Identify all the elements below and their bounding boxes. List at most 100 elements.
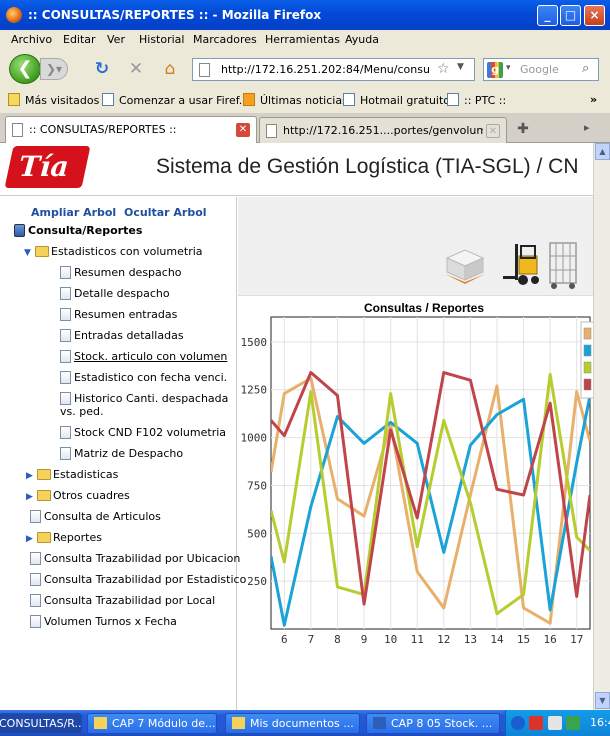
url-dropdown-icon[interactable]: ▼: [457, 62, 464, 72]
forward-icon[interactable]: ❯▾: [40, 58, 68, 80]
task-cap8[interactable]: CAP 8 05 Stock. ...: [366, 713, 500, 734]
tree-item-trazabilidad-local[interactable]: Consulta Trazabilidad por Local: [30, 594, 215, 607]
hide-tree-link[interactable]: Ocultar Arbol: [124, 206, 207, 219]
tree-item-volumen-turnos[interactable]: Volumen Turnos x Fecha: [30, 615, 177, 628]
page-icon: [12, 123, 23, 137]
navigation-toolbar: ❮ ❯▾ ↻ ✕ ⌂ http://172.16.251.202:84/Menu…: [0, 50, 610, 88]
bookmark-star-icon[interactable]: ☆: [437, 61, 450, 77]
tree-item-historico-canti[interactable]: Historico Canti. despachada vs. ped.: [60, 392, 230, 418]
tab-label: :: CONSULTAS/REPORTES ::: [29, 123, 177, 136]
tree-item-resumen-entradas[interactable]: Resumen entradas: [60, 308, 177, 321]
search-engine-dropdown-icon[interactable]: ▾: [506, 63, 511, 73]
scroll-up-icon[interactable]: ▲: [595, 143, 610, 160]
security-icon[interactable]: [529, 716, 543, 730]
tree-folder-estadisticos-volumetria[interactable]: ▼ Estadisticos con volumetria: [24, 245, 203, 258]
search-input[interactable]: Google: [520, 63, 559, 76]
page-title: Sistema de Gestión Logística (TIA-SGL) /…: [156, 155, 579, 178]
bookmark-ultimas-noticias[interactable]: Últimas noticias: [243, 93, 348, 107]
window-titlebar[interactable]: :: CONSULTAS/REPORTES :: - Mozilla Firef…: [0, 0, 610, 30]
report-toolbar: [238, 197, 610, 296]
menu-historial[interactable]: Historial: [139, 33, 184, 46]
menu-marcadores[interactable]: Marcadores: [193, 33, 257, 46]
home-icon[interactable]: ⌂: [160, 59, 180, 79]
tree-item-stock-cnd-f102[interactable]: Stock CND F102 volumetria: [60, 426, 226, 439]
task-cap7[interactable]: CAP 7 Módulo de...: [87, 713, 217, 734]
page-icon: [60, 447, 71, 460]
x-tick-label: 9: [361, 633, 368, 646]
reload-icon[interactable]: ↻: [92, 59, 112, 79]
bookmark-hotmail[interactable]: Hotmail gratuito: [343, 93, 450, 107]
tree-root[interactable]: Consulta/Reportes: [14, 224, 142, 237]
y-tick-label: 1000: [241, 432, 268, 445]
tree-item-estadistico-fecha-venci[interactable]: Estadistico con fecha venci.: [60, 371, 227, 384]
menu-editar[interactable]: Editar: [63, 33, 96, 46]
page-icon: [447, 93, 459, 106]
tree-folder-reportes[interactable]: ▶ Reportes: [26, 531, 102, 544]
x-tick-label: 14: [490, 633, 504, 646]
stop-icon[interactable]: ✕: [126, 59, 146, 79]
tree-item-consulta-articulos[interactable]: Consulta de Articulos: [30, 510, 161, 523]
tree-item-stock-articulo-volumen[interactable]: Stock. articulo con volumen: [60, 350, 227, 363]
menu-ver[interactable]: Ver: [107, 33, 125, 46]
task-mis-documentos[interactable]: Mis documentos ...: [225, 713, 360, 734]
tree-folder-estadisticas[interactable]: ▶ Estadisticas: [26, 468, 118, 481]
page-icon: [60, 308, 71, 321]
network-icon[interactable]: [548, 716, 562, 730]
bookmark-ptc[interactable]: :: PTC ::: [447, 93, 506, 107]
firefox-icon: [6, 7, 22, 23]
scroll-down-icon[interactable]: ▼: [595, 692, 610, 709]
tab-strip: :: CONSULTAS/REPORTES :: ✕ http://172.16…: [0, 113, 610, 144]
page-content: Tía Sistema de Gestión Logística (TIA-SG…: [0, 143, 610, 710]
forklift-icon[interactable]: [501, 240, 541, 288]
tab-genvolumen[interactable]: http://172.16.251....portes/genvolumen ✕: [259, 117, 507, 143]
x-tick-label: 6: [281, 633, 288, 646]
tree-item-entradas-detalladas[interactable]: Entradas detalladas: [60, 329, 184, 342]
task-consultas[interactable]: CONSULTAS/R...: [0, 713, 82, 734]
expand-arrow-icon[interactable]: ▶: [26, 492, 35, 502]
minimize-button[interactable]: _: [537, 5, 558, 26]
vertical-scrollbar[interactable]: ▲ ▼: [593, 143, 610, 710]
x-tick-label: 15: [517, 633, 530, 646]
new-tab-icon[interactable]: ✚: [513, 119, 533, 139]
tree-item-trazabilidad-estadistico[interactable]: Consulta Trazabilidad por Estadistico: [30, 573, 246, 586]
tray-arrow-icon[interactable]: [511, 716, 525, 730]
tree-item-resumen-despacho[interactable]: Resumen despacho: [60, 266, 182, 279]
url-text[interactable]: http://172.16.251.202:84/Menu/consultas?: [221, 63, 431, 76]
bookmarks-overflow-icon[interactable]: »: [590, 93, 597, 106]
bookmark-comenzar[interactable]: Comenzar a usar Firef...: [102, 93, 249, 107]
roll-cage-icon[interactable]: [547, 240, 579, 290]
back-icon[interactable]: ❮: [9, 54, 41, 84]
tree-folder-otros-cuadres[interactable]: ▶ Otros cuadres: [26, 489, 130, 502]
folder-icon: [232, 717, 245, 729]
menu-archivo[interactable]: Archivo: [11, 33, 52, 46]
maximize-button[interactable]: □: [560, 5, 581, 26]
url-bar[interactable]: http://172.16.251.202:84/Menu/consultas?…: [192, 58, 475, 81]
search-box[interactable]: g ▾ Google ⌕: [483, 58, 599, 81]
page-icon: [30, 510, 41, 523]
tree-item-matriz-despacho[interactable]: Matriz de Despacho: [60, 447, 183, 460]
folder-icon: [94, 717, 107, 729]
expand-arrow-icon[interactable]: ▶: [26, 471, 35, 481]
antivirus-icon[interactable]: [566, 716, 580, 730]
menu-ayuda[interactable]: Ayuda: [345, 33, 379, 46]
close-button[interactable]: ×: [584, 5, 605, 26]
tab-consultas[interactable]: :: CONSULTAS/REPORTES :: ✕: [5, 116, 257, 144]
x-tick-label: 11: [411, 633, 424, 646]
folder-open-icon: [35, 246, 49, 257]
menu-herramientas[interactable]: Herramientas: [265, 33, 340, 46]
expand-arrow-icon[interactable]: ▶: [26, 534, 35, 544]
tree-item-detalle-despacho[interactable]: Detalle despacho: [60, 287, 170, 300]
search-icon[interactable]: ⌕: [582, 61, 589, 76]
bookmark-mas-visitados[interactable]: Más visitados: [8, 93, 99, 107]
collapse-arrow-icon[interactable]: ▼: [24, 248, 33, 258]
page-icon: [60, 266, 71, 279]
plot-area: [270, 316, 591, 630]
tree-item-trazabilidad-ubicacion[interactable]: Consulta Trazabilidad por Ubicacion: [30, 552, 240, 565]
tab-close-icon[interactable]: ✕: [236, 123, 250, 137]
tab-label: http://172.16.251....portes/genvolumen: [283, 124, 483, 137]
expand-tree-link[interactable]: Ampliar Arbol: [31, 206, 116, 219]
google-icon[interactable]: g: [487, 62, 503, 78]
pallet-icon[interactable]: [443, 244, 485, 286]
tab-list-icon[interactable]: ▸: [584, 121, 590, 134]
tab-close-icon[interactable]: ✕: [486, 124, 500, 138]
